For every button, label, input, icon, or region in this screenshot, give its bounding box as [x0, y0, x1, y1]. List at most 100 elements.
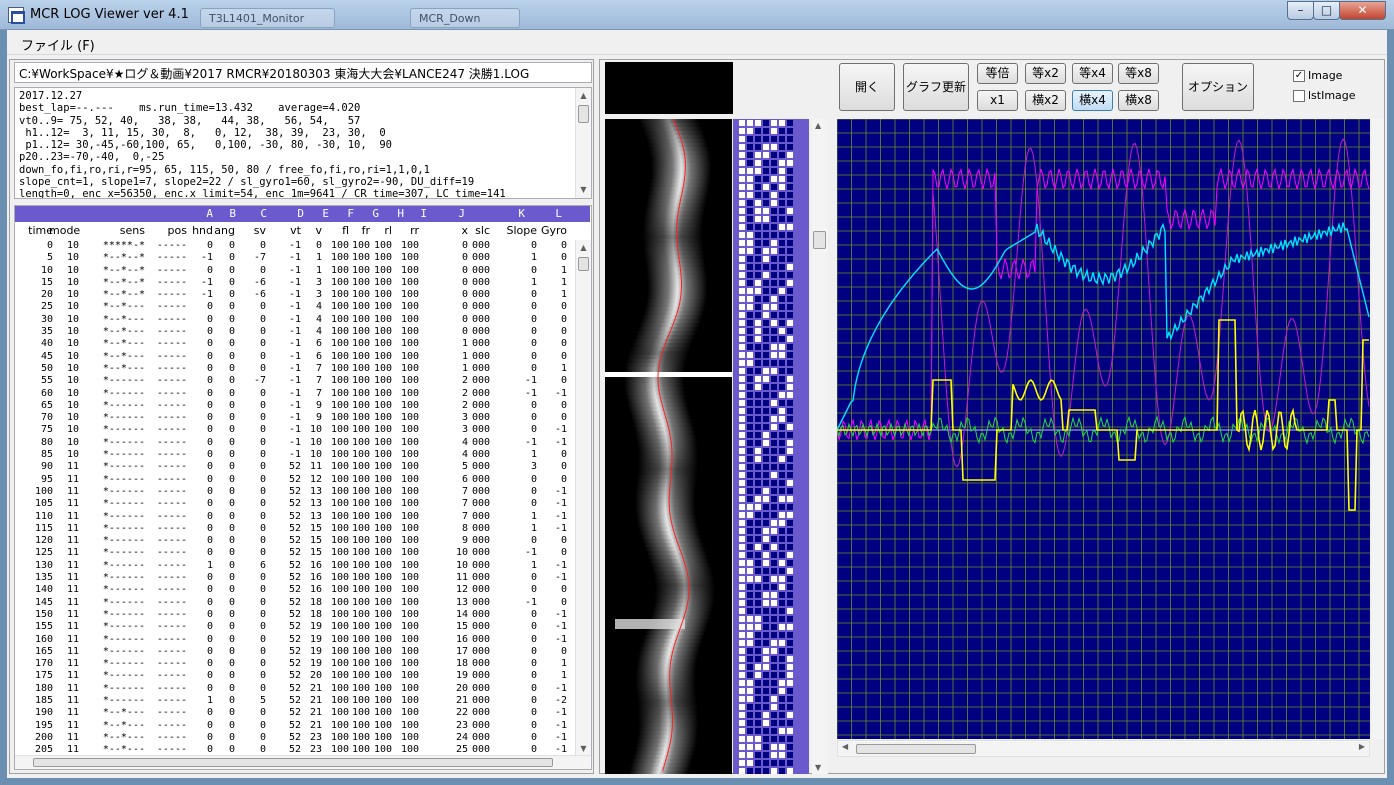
scroll-up-icon[interactable]: ▲ — [576, 240, 591, 256]
pattern-cell — [771, 368, 777, 374]
table-row[interactable]: 70 10 *------ ----- 0 0 0 -1 9 100 100 100 100 3 000 0 0 — [15, 412, 575, 424]
column-header-sv[interactable]: sv — [236, 224, 266, 237]
column-header-pos[interactable]: pos — [141, 224, 187, 237]
table-row[interactable]: 110 11 *------ ----- 0 0 0 52 13 100 100 100 100 7 000… — [15, 511, 575, 523]
zoom-hx4-button[interactable]: 横x4 — [1072, 90, 1113, 111]
grid-hscrollbar[interactable] — [15, 755, 590, 769]
option-button[interactable]: オプション — [1182, 63, 1254, 111]
table-row[interactable]: 10 10 *--*--* ----- 0 0 0 -1 1 100 100 100 100 0 000 0 1 — [15, 265, 575, 277]
table-row[interactable]: 170 11 *------ ----- 0 0 0 52 19 100 100 100 100 18 00… — [15, 658, 575, 670]
scroll-right-icon[interactable]: ▶ — [1359, 742, 1365, 751]
column-header-ang[interactable]: ang — [207, 224, 235, 237]
table-row[interactable]: 0 10 *****-* ----- 0 0 0 -1 0 100 100 100 100 0 000 0 0 — [15, 240, 575, 252]
file-path-field[interactable]: C:¥WorkSpace¥★ログ＆動画¥2017 RMCR¥20180303 東… — [14, 62, 592, 83]
menu-file[interactable]: ファイル (F) — [21, 35, 95, 54]
graph-vscrollbar[interactable] — [1372, 119, 1384, 739]
table-row[interactable]: 65 10 *------ ----- 0 0 0 -1 9 100 100 100 100 2 000 0 0 — [15, 400, 575, 412]
zoom-hx8-button[interactable]: 横x8 — [1118, 90, 1159, 111]
table-row[interactable]: 145 11 *------ ----- 0 0 0 52 18 100 100 100 100 13 00… — [15, 597, 575, 609]
pattern-cell — [763, 600, 769, 606]
scroll-up-icon[interactable]: ▲ — [576, 88, 591, 104]
hscroll-thumb[interactable] — [856, 744, 976, 754]
table-row[interactable]: 50 10 *--*--- ----- 0 0 0 -1 7 100 100 100 100 1 000 0 1 — [15, 363, 575, 375]
column-header-gyro[interactable]: Gyro — [531, 224, 567, 237]
column-header-time[interactable]: time — [15, 224, 53, 237]
log-data-grid[interactable]: A B C D E F G H I J K L time mode sens pos h… — [14, 205, 592, 770]
close-button[interactable]: ✕ — [1339, 1, 1386, 20]
minimize-button[interactable]: – — [1287, 1, 1314, 20]
open-button[interactable]: 開く — [839, 63, 895, 111]
column-header-mode[interactable]: mode — [49, 224, 80, 237]
graph-hscrollbar[interactable]: ◀ ▶ — [837, 740, 1370, 757]
zoom-eqx4-button[interactable]: 等x4 — [1072, 63, 1113, 84]
table-row[interactable]: 85 10 *------ ----- 0 0 0 -1 10 100 100 100 100 4 000 1… — [15, 449, 575, 461]
hscroll-thumb[interactable] — [33, 758, 553, 767]
scroll-left-icon[interactable]: ◀ — [842, 742, 848, 751]
image-scrollbar[interactable]: ▲ ▼ — [812, 119, 828, 774]
column-header-slc[interactable]: slc — [462, 224, 490, 237]
table-row[interactable]: 90 11 *------ ----- 0 0 0 52 11 100 100 100 100 5 000 3… — [15, 461, 575, 473]
table-row[interactable]: 20 10 *--*--* ----- -1 0 -6 -1 3 100 100 100 100 0 000… — [15, 289, 575, 301]
zoom-eq-button[interactable]: 等倍 — [977, 63, 1018, 84]
scroll-thumb[interactable] — [578, 105, 589, 123]
checkbox-checked-icon[interactable]: ✓ — [1293, 70, 1305, 82]
pattern-cell — [747, 680, 753, 686]
table-row[interactable]: 120 11 *------ ----- 0 0 0 52 15 100 100 100 100 9 000… — [15, 535, 575, 547]
table-row[interactable]: 125 11 *------ ----- 0 0 0 52 15 100 100 100 100 10 00… — [15, 547, 575, 559]
zoom-eqx2-button[interactable]: 等x2 — [1025, 63, 1066, 84]
grid-scrollbar[interactable]: ▲ ▼ — [575, 240, 591, 757]
pattern-cell — [779, 672, 785, 678]
table-row[interactable]: 150 11 *------ ----- 0 0 0 52 18 100 100 100 100 14 00… — [15, 609, 575, 621]
scroll-up-icon[interactable]: ▲ — [815, 121, 821, 130]
table-row[interactable]: 55 10 *------ ----- 0 0 -7 -1 7 100 100 100 100 2 000-… — [15, 375, 575, 387]
table-row[interactable]: 190 11 *--*--- ----- 0 0 0 52 21 100 100 100 100 22 00… — [15, 707, 575, 719]
info-scrollbar[interactable]: ▲ ▼ — [575, 88, 591, 198]
table-row[interactable]: 180 11 *------ ----- 0 0 0 52 21 100 100 100 100 20 00… — [15, 683, 575, 695]
table-row[interactable]: 30 10 *--*--- ----- 0 0 0 -1 4 100 100 100 100 0 000 0 0 — [15, 314, 575, 326]
table-row[interactable]: 130 11 *------ ----- 1 0 6 52 16 100 100 100 100 10 00… — [15, 560, 575, 572]
column-header-sens[interactable]: sens — [83, 224, 145, 237]
table-cell: 0 — [46, 240, 53, 251]
scroll-thumb[interactable] — [578, 257, 589, 271]
pattern-cell — [763, 408, 769, 414]
table-row[interactable]: 155 11 *------ ----- 0 0 0 52 19 100 100 100 100 15 00… — [15, 621, 575, 633]
table-row[interactable]: 160 11 *------ ----- 0 0 0 52 19 100 100 100 100 16 00… — [15, 634, 575, 646]
checkbox-empty-icon[interactable] — [1293, 90, 1305, 102]
table-row[interactable]: 165 11 *------ ----- 0 0 0 52 19 100 100 100 100 17 00… — [15, 646, 575, 658]
table-row[interactable]: 35 10 *--*--- ----- 0 0 0 -1 4 100 100 100 100 0 000 0 0 — [15, 326, 575, 338]
table-row[interactable]: 105 11 *------ ----- 0 0 0 52 13 100 100 100 100 7 000… — [15, 498, 575, 510]
lstimage-checkbox[interactable]: lstImage — [1293, 89, 1356, 102]
scroll-thumb[interactable] — [813, 231, 826, 249]
column-header-rr[interactable]: rr — [387, 224, 419, 237]
sensor-graph[interactable] — [837, 119, 1370, 739]
zoom-hx2-button[interactable]: 横x2 — [1025, 90, 1066, 111]
table-row[interactable]: 175 11 *------ ----- 0 0 0 52 20 100 100 100 100 19 00… — [15, 670, 575, 682]
log-info-textbox[interactable]: 2017.12.27 best_lap=--.--- ms.run_time=1… — [14, 87, 592, 199]
sensor-band — [638, 719, 699, 723]
table-row[interactable]: 140 11 *------ ----- 0 0 0 52 16 100 100 100 100 12 00… — [15, 584, 575, 596]
zoom-eqx8-button[interactable]: 等x8 — [1118, 63, 1159, 84]
table-row[interactable]: 195 11 *--*--- ----- 0 0 0 52 21 100 100 100 100 23 00… — [15, 720, 575, 732]
table-row[interactable]: 40 10 *--*--- ----- 0 0 0 -1 6 100 100 100 100 1 000 0 0 — [15, 338, 575, 350]
table-row[interactable]: 75 10 *------ ----- 0 0 0 -1 10 100 100 100 100 3 000 0… — [15, 424, 575, 436]
table-row[interactable]: 60 10 *------ ----- 0 0 0 -1 7 100 100 100 100 2 000 -1… — [15, 388, 575, 400]
table-row[interactable]: 115 11 *------ ----- 0 0 0 52 15 100 100 100 100 8 000… — [15, 523, 575, 535]
table-row[interactable]: 95 11 *------ ----- 0 0 0 52 12 100 100 100 100 6 000 0… — [15, 474, 575, 486]
table-row[interactable]: 100 11 *------ ----- 0 0 0 52 13 100 100 100 100 7 000… — [15, 486, 575, 498]
table-row[interactable]: 185 11 *------ ----- 1 0 5 52 21 100 100 100 100 21 00… — [15, 695, 575, 707]
table-row[interactable]: 5 10 *--*--* ----- -1 0 -7 -1 1 100 100 100 100 0 000 1… — [15, 252, 575, 264]
table-row[interactable]: 200 11 *--*--- ----- 0 0 0 52 23 100 100 100 100 24 00… — [15, 732, 575, 744]
table-row[interactable]: 80 10 *------ ----- 0 0 0 -1 10 100 100 100 100 4 000-… — [15, 437, 575, 449]
pattern-cell — [771, 496, 777, 502]
image-checkbox[interactable]: ✓ Image — [1293, 69, 1342, 82]
table-row[interactable]: 25 10 *--*--- ----- 0 0 0 -1 4 100 100 100 100 0 000 0 0 — [15, 301, 575, 313]
scroll-down-icon[interactable]: ▼ — [576, 182, 591, 198]
scroll-down-icon[interactable]: ▼ — [815, 763, 821, 772]
table-row[interactable]: 135 11 *------ ----- 0 0 0 52 16 100 100 100 100 11 00… — [15, 572, 575, 584]
maximize-button[interactable]: □ — [1313, 1, 1340, 20]
graph-update-button[interactable]: グラフ更新 — [903, 63, 969, 111]
table-row[interactable]: 15 10 *--*--* ----- -1 0 -6 -1 3 100 100 100 100 0 000… — [15, 277, 575, 289]
table-row[interactable]: 45 10 *--*--- ----- 0 0 0 -1 6 100 100 100 100 1 000 0 0 — [15, 351, 575, 363]
zoom-x1-button[interactable]: x1 — [977, 90, 1018, 111]
column-header-vt[interactable]: vt — [269, 224, 301, 237]
